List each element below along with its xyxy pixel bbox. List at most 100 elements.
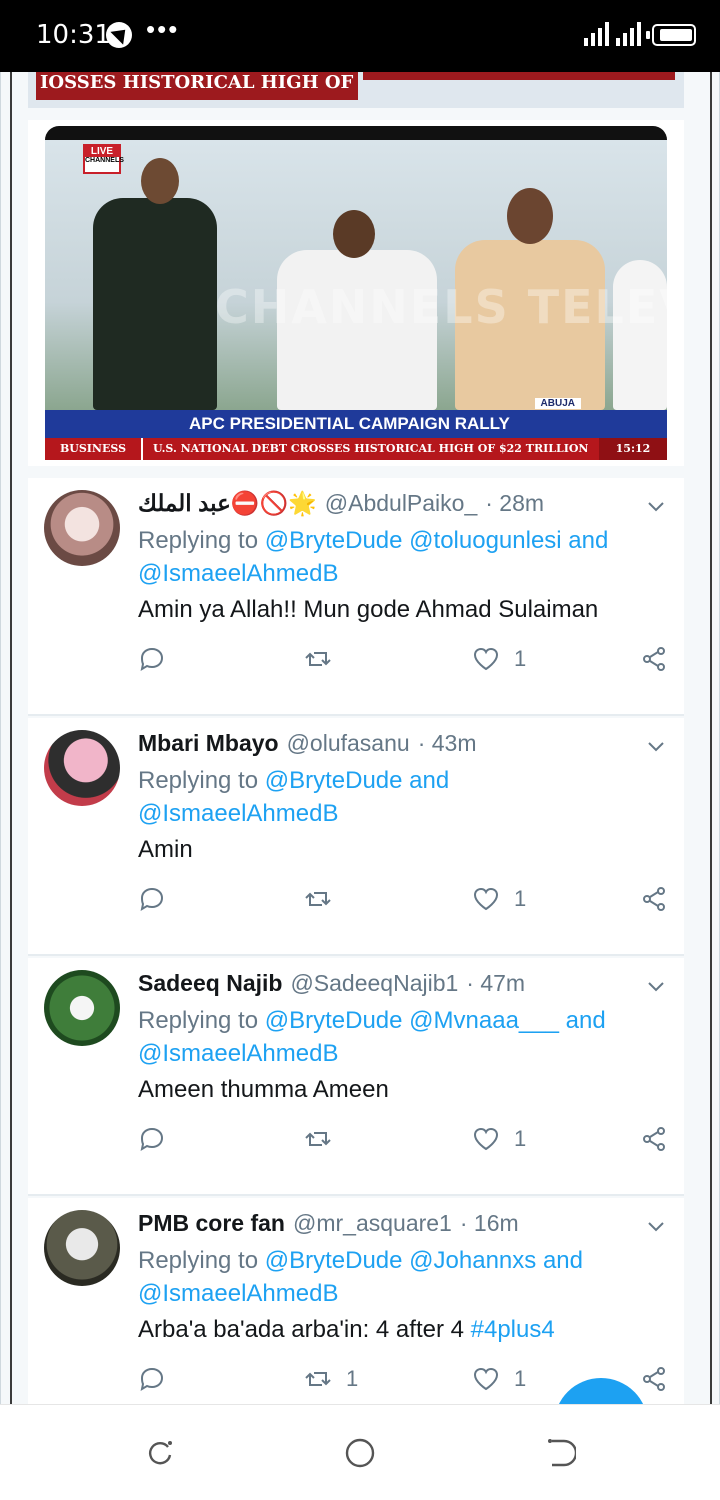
- hashtag-link[interactable]: #4plus4: [471, 1316, 555, 1343]
- chevron-down-icon[interactable]: [646, 736, 666, 756]
- ticker-category: BUSINESS: [45, 438, 143, 460]
- navigation-icon: [106, 22, 132, 48]
- rally-scene: CHANNELS TELEVISION: [45, 140, 667, 410]
- chevron-down-icon[interactable]: [646, 1216, 666, 1236]
- replying-to: Replying to @BryteDude @Johannxs and @Is…: [138, 1244, 654, 1310]
- share-button[interactable]: [640, 1364, 668, 1394]
- man-in-white-head: [333, 210, 375, 258]
- news-banner: APC PRESIDENTIAL CAMPAIGN RALLY: [45, 410, 667, 438]
- retweet-count: 1: [346, 1366, 359, 1391]
- tweet-text-content: Amin: [138, 836, 193, 863]
- news-lower-third: BUSINESS U.S. NATIONAL DEBT CROSSES HIST…: [45, 438, 667, 460]
- heart-icon: [473, 1367, 499, 1391]
- replying-to-label: Replying to: [138, 1247, 259, 1274]
- page-border-left: [10, 72, 12, 1404]
- battery-icon: [646, 24, 696, 46]
- tweet-header: Mbari Mbayo @olufasanu · 43m: [138, 730, 624, 757]
- reply-button[interactable]: [138, 1364, 166, 1394]
- reply-button[interactable]: [138, 884, 166, 914]
- avatar[interactable]: [44, 490, 120, 566]
- retweet-button[interactable]: [304, 1124, 346, 1154]
- share-icon: [643, 1127, 665, 1151]
- display-name[interactable]: PMB core fan: [138, 1210, 285, 1237]
- timestamp: · 47m: [466, 970, 526, 996]
- tweet-text-content: Arba'a ba'ada arba'in: 4 after 4: [138, 1316, 464, 1343]
- replying-to-label: Replying to: [138, 527, 259, 554]
- more-notifications-icon: •••: [146, 14, 180, 44]
- news-ticker-fragment: IOSSES HISTORICAL HIGH OF $22: [36, 72, 358, 100]
- live-badge: LIVE CHANNELS: [83, 144, 124, 174]
- tweet-text: Amin ya Allah!! Mun gode Ahmad Sulaiman: [138, 596, 654, 624]
- heart-icon: [473, 1127, 499, 1151]
- avatar[interactable]: [44, 1210, 120, 1286]
- like-count: 1: [514, 886, 527, 911]
- display-name[interactable]: Mbari Mbayo: [138, 730, 279, 757]
- like-button[interactable]: 1: [472, 1124, 526, 1154]
- ticker-text: U.S. NATIONAL DEBT CROSSES HISTORICAL HI…: [153, 442, 589, 455]
- reply-tweet[interactable]: عبد الملك⛔🚫🌟 @AbdulPaiko_ · 28m Replying…: [28, 478, 684, 716]
- share-icon: [643, 1367, 665, 1391]
- signal-icon: [584, 22, 609, 46]
- reply-tweet[interactable]: Mbari Mbayo @olufasanu · 43m Replying to…: [28, 718, 684, 956]
- like-button[interactable]: 1: [472, 644, 526, 674]
- tweet-header: PMB core fan @mr_asquare1 · 16m: [138, 1210, 624, 1237]
- retweet-icon: [305, 652, 331, 666]
- replying-to: Replying to @BryteDude @toluogunlesi and…: [138, 524, 654, 590]
- like-button[interactable]: 1: [472, 884, 526, 914]
- speaker-figure: [93, 198, 217, 410]
- page-border-right: [710, 72, 712, 1404]
- handle[interactable]: @SadeeqNajib1: [290, 970, 458, 997]
- display-name[interactable]: عبد الملك⛔🚫🌟: [138, 490, 317, 517]
- replying-to: Replying to @BryteDude and @IsmaeelAhmed…: [138, 764, 654, 830]
- share-button[interactable]: [640, 884, 668, 914]
- replying-to-label: Replying to: [138, 1007, 259, 1034]
- tweet-actions: 1: [138, 884, 668, 914]
- channel-watermark: CHANNELS TELEVISION: [215, 280, 667, 334]
- retweet-button[interactable]: [304, 884, 346, 914]
- handle[interactable]: @mr_asquare1: [293, 1210, 452, 1237]
- replying-to-label: Replying to: [138, 767, 259, 794]
- signal-icon-2: [616, 22, 641, 46]
- chevron-down-icon[interactable]: [646, 496, 666, 516]
- avatar[interactable]: [44, 730, 120, 806]
- home-icon[interactable]: [344, 1437, 376, 1469]
- retweet-button[interactable]: 1: [304, 1364, 358, 1394]
- display-name[interactable]: Sadeeq Najib: [138, 970, 282, 997]
- avatar[interactable]: [44, 970, 120, 1046]
- chevron-down-icon[interactable]: [646, 976, 666, 996]
- share-button[interactable]: [640, 644, 668, 674]
- share-button[interactable]: [640, 1124, 668, 1154]
- tweet-text-content: Amin ya Allah!! Mun gode Ahmad Sulaiman: [138, 596, 599, 623]
- location-label: ABUJA: [534, 398, 581, 409]
- reply-icon: [140, 1127, 164, 1152]
- recent-apps-icon[interactable]: [144, 1437, 176, 1469]
- video-frame: CHANNELS TELEVISION LIVE CHANNELS ABUJA …: [45, 126, 667, 460]
- handle[interactable]: @AbdulPaiko_: [325, 490, 478, 517]
- ticker-clock: 15:12: [599, 438, 667, 460]
- tweet-text: Arba'a ba'ada arba'in: 4 after 4 #4plus4: [138, 1316, 654, 1344]
- timestamp: · 16m: [459, 1210, 519, 1236]
- speaker-head: [141, 158, 179, 204]
- like-count: 1: [514, 1366, 527, 1391]
- like-button[interactable]: 1: [472, 1364, 526, 1394]
- share-icon: [643, 887, 665, 911]
- previous-media-image[interactable]: IOSSES HISTORICAL HIGH OF $22: [28, 72, 684, 108]
- reply-button[interactable]: [138, 1124, 166, 1154]
- handle[interactable]: @olufasanu: [287, 730, 410, 757]
- tweet-header: Sadeeq Najib @SadeeqNajib1 · 47m: [138, 970, 624, 997]
- reply-tweet[interactable]: Sadeeq Najib @SadeeqNajib1 · 47m Replyin…: [28, 958, 684, 1196]
- tweet-actions: 1: [138, 1124, 668, 1154]
- like-count: 1: [514, 646, 527, 671]
- status-time: 10:31: [36, 20, 111, 50]
- news-ticker-bar: [363, 72, 675, 80]
- reply-button[interactable]: [138, 644, 166, 674]
- retweet-icon: [305, 1372, 331, 1386]
- reply-icon: [140, 647, 164, 672]
- retweet-button[interactable]: [304, 644, 346, 674]
- tweet-media-image[interactable]: CHANNELS TELEVISION LIVE CHANNELS ABUJA …: [28, 120, 684, 466]
- retweet-icon: [305, 1132, 331, 1146]
- replies-list: عبد الملك⛔🚫🌟 @AbdulPaiko_ · 28m Replying…: [28, 478, 684, 1438]
- back-icon[interactable]: [544, 1437, 576, 1469]
- tweet-text: Amin: [138, 836, 654, 864]
- tweet-text-content: Ameen thumma Ameen: [138, 1076, 389, 1103]
